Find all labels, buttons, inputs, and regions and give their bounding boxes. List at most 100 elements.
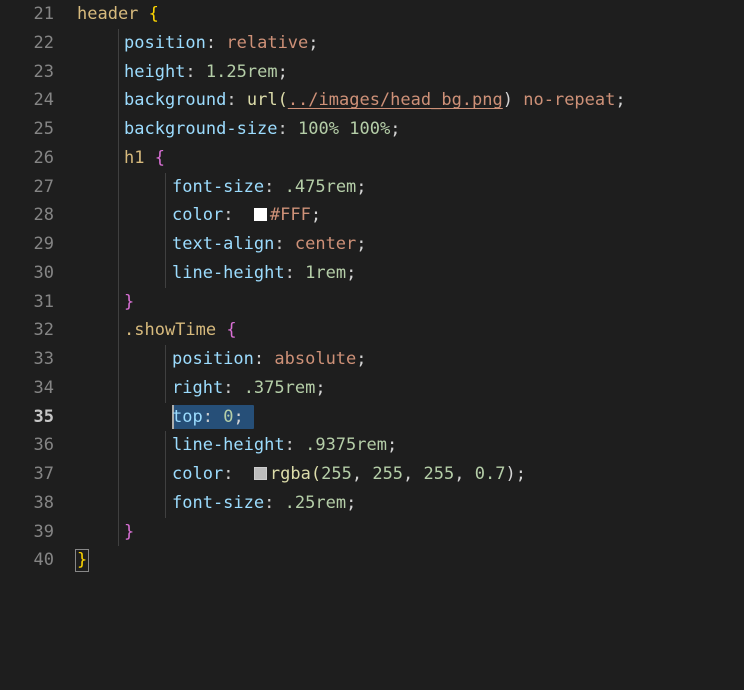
css-hex-color: #FFF <box>269 205 311 226</box>
close-brace: } <box>77 550 88 571</box>
image-path-link[interactable]: ../images/head_bg.png <box>288 90 503 110</box>
editor-line[interactable]: 28 color: #FFF; <box>0 201 744 230</box>
semicolon: ; <box>346 262 357 283</box>
indent-guide <box>165 201 166 230</box>
editor-line[interactable]: 32 .showTime { <box>0 316 744 345</box>
line-number: 33 <box>33 349 54 369</box>
line-number: 38 <box>33 492 54 513</box>
rgba-function: rgba( <box>269 464 322 484</box>
editor-line[interactable]: 34 right: .375rem; <box>0 373 744 403</box>
indent-guide <box>118 431 119 460</box>
editor-line[interactable]: 36 line-height: .9375rem; <box>0 431 744 460</box>
line-content: line-height: 1rem; <box>172 259 356 288</box>
semicolon: ; <box>310 205 322 226</box>
url-function: url( <box>246 90 288 111</box>
line-number: 30 <box>33 262 54 283</box>
indent-guide <box>165 230 166 259</box>
css-value: relative <box>226 32 309 53</box>
css-value-1: 100% <box>298 119 339 139</box>
css-unit: rem <box>356 435 387 456</box>
editor-line[interactable]: 30 line-height: 1rem; <box>0 258 744 288</box>
line-content: background-size: 100% 100%; <box>124 115 400 144</box>
css-property: color <box>172 464 224 484</box>
editor-line[interactable]: 29 text-align: center; <box>0 230 744 259</box>
indent-guide <box>118 488 119 518</box>
css-property: color <box>172 205 224 226</box>
rgba-green: 255 <box>372 464 404 484</box>
editor-line[interactable]: 38 font-size: .25rem; <box>0 488 744 518</box>
indent-guide <box>165 488 166 518</box>
line-number: 23 <box>33 61 54 82</box>
line-content: h1 { <box>124 144 165 173</box>
line-content: text-align: center; <box>172 230 367 259</box>
editor-line[interactable]: 37 color: rgba(255, 255, 255, 0.7); <box>0 460 744 489</box>
indent-guide <box>118 28 119 58</box>
css-number: 1.25 <box>205 61 247 82</box>
css-property: position <box>124 32 206 53</box>
color-swatch-rgba[interactable] <box>253 467 267 480</box>
editor-line[interactable]: 33 position: absolute; <box>0 345 744 374</box>
indent-guide <box>118 460 119 489</box>
indent-guide <box>165 431 166 460</box>
indent-guide <box>118 230 119 259</box>
indent-guide <box>118 115 119 144</box>
css-value: absolute <box>274 349 357 369</box>
editor-line[interactable]: 31 } <box>0 287 744 317</box>
colon: : <box>223 464 234 484</box>
editor-line-active[interactable]: 35 top: 0; <box>0 402 744 432</box>
css-property: background-size <box>124 119 278 139</box>
colon: : <box>284 262 295 283</box>
line-content: font-size: .475rem; <box>172 173 367 202</box>
semicolon: ; <box>308 32 319 53</box>
editor-line[interactable]: 39 } <box>0 517 744 547</box>
line-content: line-height: .9375rem; <box>172 431 397 460</box>
line-content: font-size: .25rem; <box>172 489 356 518</box>
css-selector: header <box>77 4 139 24</box>
css-property: height <box>124 61 186 82</box>
semicolon: ; <box>315 377 326 398</box>
css-selector: h1 <box>124 147 145 168</box>
css-number: .9375 <box>305 435 357 456</box>
rgba-blue: 255 <box>423 464 455 484</box>
editor-line[interactable]: 26 h1 { <box>0 143 744 173</box>
color-swatch-white[interactable] <box>253 208 267 222</box>
indent-guide <box>165 373 166 403</box>
editor-line[interactable]: 24 background: url(../images/head_bg.png… <box>0 86 744 115</box>
line-content: header { <box>77 0 159 29</box>
editor-line[interactable]: 25 background-size: 100% 100%; <box>0 115 744 144</box>
css-property: right <box>172 377 224 398</box>
comma: , <box>454 464 465 484</box>
editor-line[interactable]: 27 font-size: .475rem; <box>0 172 744 202</box>
indent-guide <box>118 86 119 115</box>
line-number: 34 <box>33 377 54 398</box>
css-property: top <box>172 406 203 427</box>
indent-guide <box>118 373 119 403</box>
css-number: 1 <box>305 262 316 283</box>
editor-line[interactable]: 21 header { <box>0 0 744 29</box>
close-paren: ) <box>502 90 513 111</box>
code-editor-viewport[interactable]: 21 header { 22 position: relative; 23 he… <box>0 0 744 575</box>
comma: , <box>351 464 363 484</box>
semicolon: ; <box>387 435 398 456</box>
css-number: 0 <box>223 406 234 427</box>
line-content: .showTime { <box>124 316 237 345</box>
line-content: height: 1.25rem; <box>124 58 288 87</box>
indent-guide <box>118 143 119 173</box>
indent-guide <box>118 172 119 202</box>
open-brace: { <box>154 147 165 168</box>
close-paren: ) <box>505 464 516 484</box>
indent-guide <box>118 201 119 230</box>
editor-line[interactable]: 23 height: 1.25rem; <box>0 57 744 87</box>
semicolon: ; <box>515 464 526 484</box>
indent-guide <box>165 460 166 489</box>
css-number: .25 <box>284 492 316 513</box>
editor-line[interactable]: 22 position: relative; <box>0 28 744 58</box>
line-number: 36 <box>33 435 54 456</box>
semicolon: ; <box>615 90 626 111</box>
editor-line[interactable]: 40 } <box>0 546 744 575</box>
indent-guide <box>118 258 119 288</box>
css-value: center <box>294 234 357 254</box>
indent-guide <box>165 258 166 288</box>
indent-guide <box>118 517 119 547</box>
